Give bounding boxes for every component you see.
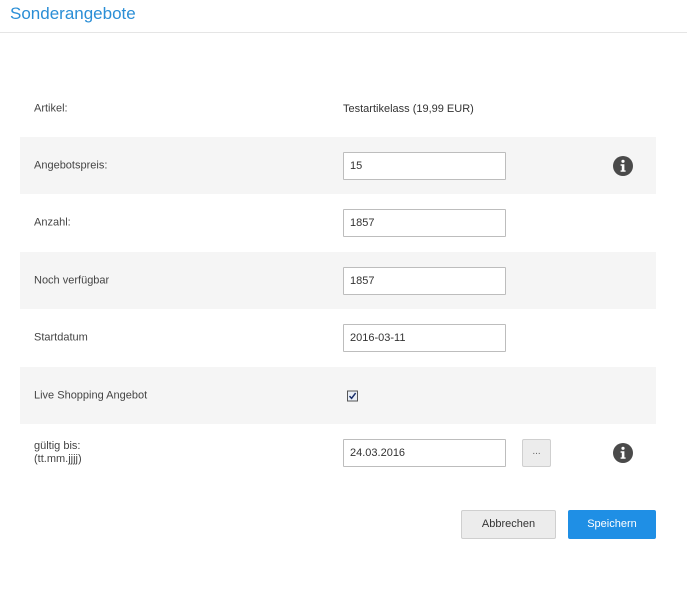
row-live-shopping: Live Shopping Angebot (20, 367, 656, 424)
row-angebotspreis: Angebotspreis: (20, 137, 656, 194)
save-button[interactable]: Speichern (568, 510, 656, 539)
row-artikel: Artikel: Testartikelass (19,99 EUR) (20, 80, 656, 137)
row-noch-verfuegbar: Noch verfügbar (20, 252, 656, 309)
info-icon[interactable] (613, 155, 633, 176)
row-anzahl: Anzahl: (20, 194, 656, 251)
row-startdatum: Startdatum (20, 309, 656, 366)
startdatum-label: Startdatum (34, 331, 88, 343)
angebotspreis-input[interactable] (343, 151, 506, 180)
header: Sonderangebote (0, 0, 687, 33)
artikel-value: Testartikelass (19,99 EUR) (343, 102, 474, 115)
gueltig-bis-label: gültig bis: (tt.mm.jjjj) (34, 440, 82, 466)
row-gueltig-bis: gültig bis: (tt.mm.jjjj) ... (20, 424, 656, 481)
gueltig-bis-label-line1: gültig bis: (34, 439, 81, 452)
noch-verfuegbar-label: Noch verfügbar (34, 274, 110, 286)
angebotspreis-label: Angebotspreis: (34, 159, 108, 171)
date-picker-button[interactable]: ... (522, 438, 551, 467)
page-title: Sonderangebote (10, 4, 136, 23)
gueltig-bis-input[interactable] (343, 438, 506, 467)
live-shopping-label: Live Shopping Angebot (34, 389, 148, 401)
info-icon[interactable] (613, 442, 633, 463)
live-shopping-checkbox[interactable] (347, 390, 358, 401)
startdatum-input[interactable] (343, 323, 506, 352)
artikel-label: Artikel: (34, 102, 68, 114)
anzahl-input[interactable] (343, 208, 506, 237)
noch-verfuegbar-input[interactable] (343, 266, 506, 295)
cancel-button[interactable]: Abbrechen (461, 510, 556, 539)
anzahl-label: Anzahl: (34, 216, 71, 228)
checkmark-icon (348, 392, 357, 399)
gueltig-bis-label-line2: (tt.mm.jjjj) (34, 452, 82, 465)
